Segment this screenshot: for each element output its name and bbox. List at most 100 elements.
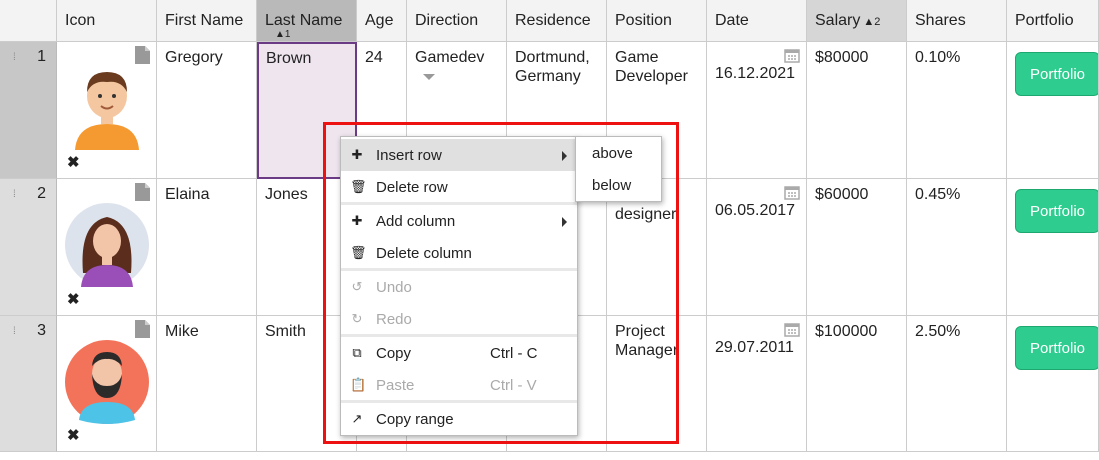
sort-indicator-salary: ▲2	[863, 16, 881, 28]
menu-item-add-column[interactable]: ✚ Add column	[341, 205, 577, 237]
shares-cell[interactable]: 0.10%	[907, 42, 1007, 179]
row-number: 2	[37, 185, 46, 202]
header-date[interactable]: Date	[707, 0, 807, 42]
chevron-right-icon	[562, 217, 567, 227]
shares-cell[interactable]: 2.50%	[907, 316, 1007, 452]
plus-icon: ✚	[351, 147, 363, 162]
delete-icon[interactable]: ✖	[67, 426, 80, 445]
menu-item-copy[interactable]: ⧉ Copy Ctrl - C	[341, 337, 577, 369]
menu-item-label: Copy range	[376, 411, 454, 428]
menu-item-label: Undo	[376, 279, 412, 296]
header-date-label: Date	[715, 12, 749, 29]
first-name-cell[interactable]: Elaina	[157, 179, 257, 316]
shortcut-label: Ctrl - V	[490, 377, 537, 394]
menu-item-insert-row[interactable]: ✚ Insert row	[341, 139, 577, 171]
icon-cell[interactable]: ✖	[57, 42, 157, 179]
file-icon[interactable]	[135, 320, 150, 338]
portfolio-cell: Portfolio	[1007, 42, 1099, 179]
delete-icon[interactable]: ✖	[67, 153, 80, 172]
file-icon[interactable]	[135, 46, 150, 64]
shares-cell[interactable]: 0.45%	[907, 179, 1007, 316]
row-header-3[interactable]: ⁞ 3	[0, 316, 57, 452]
avatar-woman-icon	[65, 203, 149, 287]
menu-item-undo[interactable]: ↺ Undo	[341, 271, 577, 303]
date-value: 29.07.2011	[715, 339, 794, 356]
portfolio-cell: Portfolio	[1007, 316, 1099, 452]
header-icon[interactable]: Icon	[57, 0, 157, 42]
plus-icon: ✚	[351, 213, 363, 228]
redo-icon: ↻	[351, 311, 363, 326]
salary-cell[interactable]: $60000	[807, 179, 907, 316]
header-position[interactable]: Position	[607, 0, 707, 42]
header-last-name[interactable]: Last Name ▲1	[257, 0, 357, 42]
header-portfolio[interactable]: Portfolio	[1007, 0, 1099, 42]
header-direction-label: Direction	[415, 12, 479, 29]
first-name-cell[interactable]: Mike	[157, 316, 257, 452]
calendar-icon[interactable]	[784, 184, 800, 200]
date-cell[interactable]: 06.05.2017	[707, 179, 807, 316]
header-salary[interactable]: Salary ▲2	[807, 0, 907, 42]
salary-cell[interactable]: $80000	[807, 42, 907, 179]
menu-item-copy-range[interactable]: ↗ Copy range	[341, 403, 577, 435]
direction-value: Gamedev	[415, 49, 485, 66]
avatar-bearded-man-icon	[65, 340, 149, 424]
menu-item-label: Add column	[376, 213, 456, 230]
insert-row-submenu: above below	[575, 136, 662, 202]
portfolio-cell: Portfolio	[1007, 179, 1099, 316]
salary-cell[interactable]: $100000	[807, 316, 907, 452]
shortcut-label: Ctrl - C	[490, 345, 538, 362]
portfolio-button[interactable]: Portfolio	[1015, 326, 1098, 370]
submenu-item-below[interactable]: below	[576, 169, 661, 201]
date-cell[interactable]: 16.12.2021	[707, 42, 807, 179]
portfolio-button[interactable]: Portfolio	[1015, 189, 1098, 233]
drag-handle-icon[interactable]: ⁞	[13, 52, 16, 63]
calendar-icon[interactable]	[784, 321, 800, 337]
header-shares[interactable]: Shares	[907, 0, 1007, 42]
header-salary-label: Salary	[815, 12, 861, 29]
icon-cell[interactable]: ✖	[57, 316, 157, 452]
menu-item-label: Copy	[376, 345, 412, 362]
date-value: 16.12.2021	[715, 65, 796, 82]
calendar-icon[interactable]	[784, 47, 800, 63]
date-cell[interactable]: 29.07.2011	[707, 316, 807, 452]
submenu-item-above[interactable]: above	[576, 137, 661, 169]
external-link-icon: ↗	[351, 411, 363, 426]
row-header-2[interactable]: ⁞ 2	[0, 179, 57, 316]
chevron-right-icon	[562, 151, 567, 161]
date-value: 06.05.2017	[715, 202, 796, 219]
sort-indicator-last-name: ▲1	[275, 29, 291, 40]
row-number: 1	[37, 48, 46, 65]
header-residence-label: Residence	[515, 12, 591, 29]
header-direction[interactable]: Direction	[407, 0, 507, 42]
clipboard-icon: 📋	[350, 377, 367, 392]
copy-icon: ⧉	[352, 345, 362, 360]
position-cell[interactable]: Project Manager	[607, 316, 707, 452]
header-portfolio-label: Portfolio	[1015, 12, 1074, 29]
file-icon[interactable]	[135, 183, 150, 201]
undo-icon: ↺	[351, 279, 363, 294]
trash-icon: 🗑	[350, 179, 367, 194]
menu-item-delete-column[interactable]: 🗑 Delete column	[341, 237, 577, 269]
menu-item-paste[interactable]: 📋 Paste Ctrl - V	[341, 369, 577, 401]
header-age[interactable]: Age	[357, 0, 407, 42]
icon-cell[interactable]: ✖	[57, 179, 157, 316]
avatar-man-icon	[75, 72, 139, 150]
context-menu: ✚ Insert row 🗑 Delete row ✚ Add column 🗑…	[340, 136, 578, 436]
menu-item-label: Delete row	[376, 179, 448, 196]
delete-icon[interactable]: ✖	[67, 290, 80, 309]
menu-item-redo[interactable]: ↻ Redo	[341, 303, 577, 335]
trash-icon: 🗑	[350, 245, 367, 260]
corner-header[interactable]	[0, 0, 57, 42]
drag-handle-icon[interactable]: ⁞	[13, 189, 16, 200]
drag-handle-icon[interactable]: ⁞	[13, 326, 16, 337]
header-age-label: Age	[365, 12, 394, 29]
header-first-name[interactable]: First Name	[157, 0, 257, 42]
header-icon-label: Icon	[65, 12, 96, 29]
menu-item-label: Redo	[376, 311, 412, 328]
first-name-cell[interactable]: Gregory	[157, 42, 257, 179]
dropdown-arrow-icon[interactable]	[423, 73, 435, 80]
header-residence[interactable]: Residence	[507, 0, 607, 42]
portfolio-button[interactable]: Portfolio	[1015, 52, 1098, 96]
row-header-1[interactable]: ⁞ 1	[0, 42, 57, 179]
menu-item-delete-row[interactable]: 🗑 Delete row	[341, 171, 577, 203]
